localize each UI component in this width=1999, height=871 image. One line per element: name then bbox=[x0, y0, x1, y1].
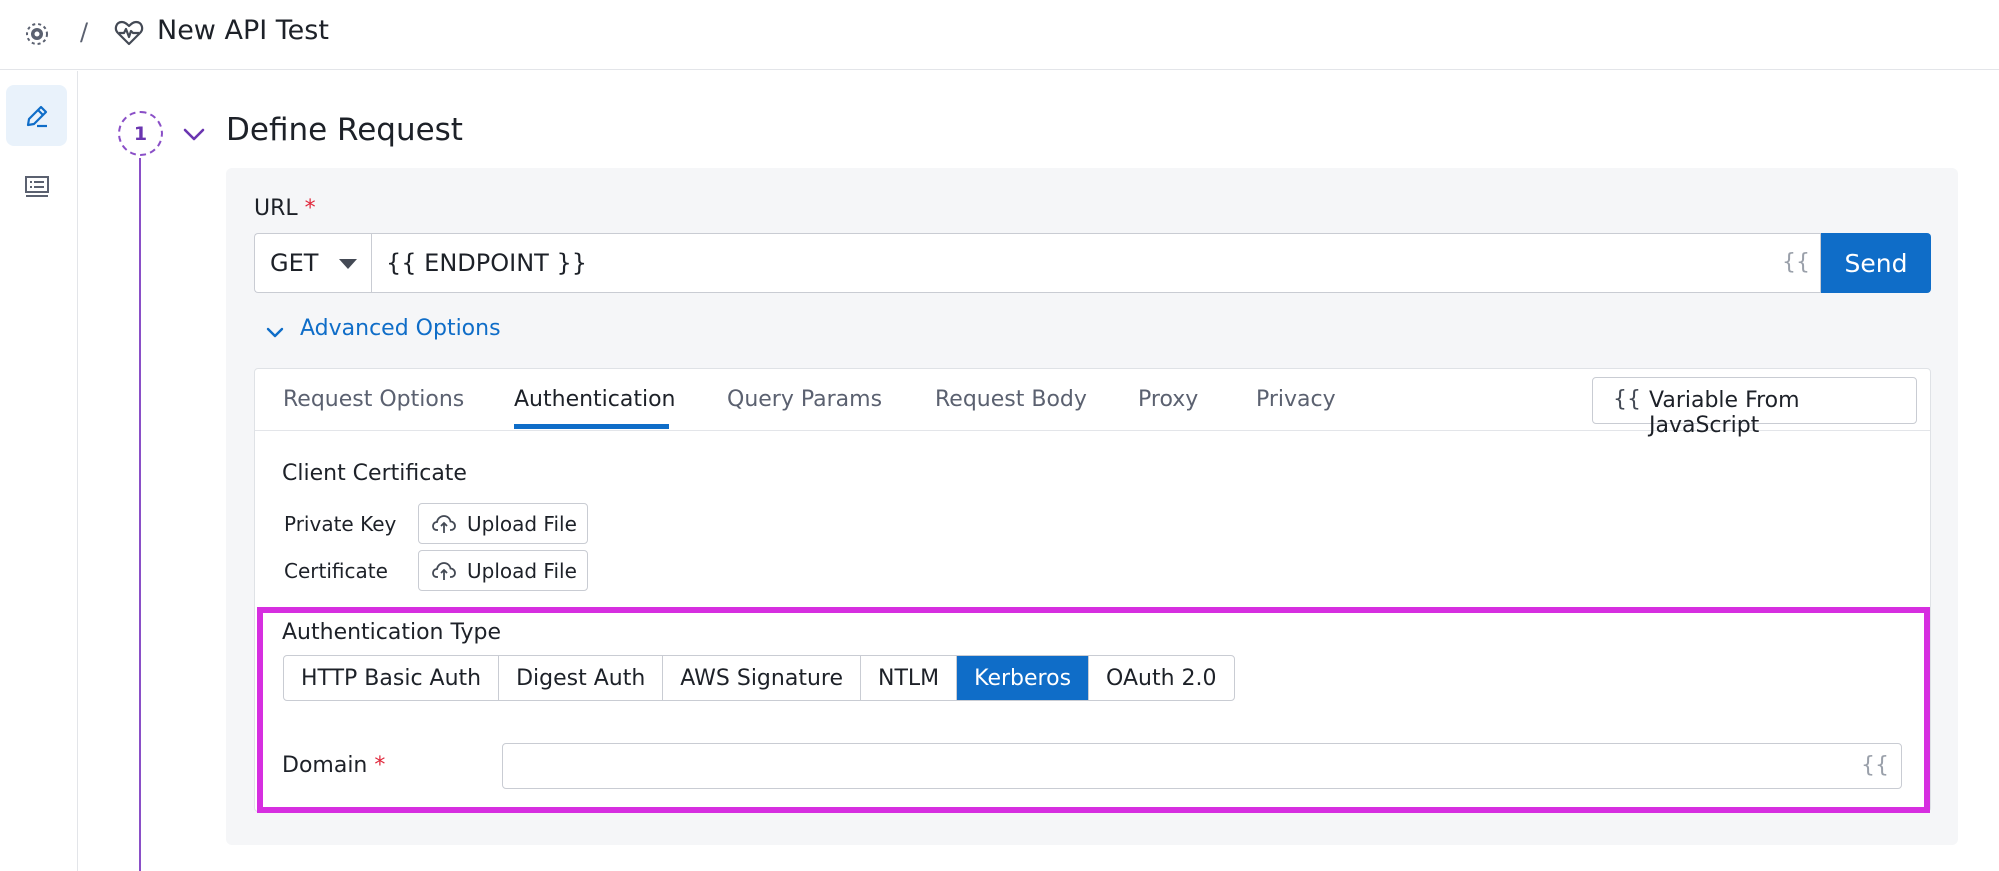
chevron-down-icon[interactable] bbox=[264, 321, 286, 343]
top-bar: / New API Test bbox=[0, 0, 1999, 70]
caret-down-icon bbox=[339, 259, 357, 269]
url-input[interactable]: {{ ENDPOINT }} {{ bbox=[371, 233, 1821, 293]
auth-option-aws-signature[interactable]: AWS Signature bbox=[663, 656, 861, 700]
list-icon bbox=[23, 173, 51, 201]
auth-option-ntlm[interactable]: NTLM bbox=[861, 656, 957, 700]
chevron-down-icon[interactable] bbox=[180, 120, 208, 148]
active-tab-indicator bbox=[514, 424, 669, 429]
auth-option-http-basic[interactable]: HTTP Basic Auth bbox=[284, 656, 499, 700]
method-select[interactable]: GET bbox=[254, 233, 371, 293]
method-value: GET bbox=[270, 249, 318, 277]
tab-request-body[interactable]: Request Body bbox=[935, 387, 1087, 412]
auth-option-kerberos[interactable]: Kerberos bbox=[957, 656, 1089, 700]
cloud-upload-icon bbox=[431, 513, 457, 535]
datadog-logo-icon[interactable] bbox=[22, 19, 52, 49]
domain-input[interactable]: {{ bbox=[502, 743, 1902, 789]
pencil-icon bbox=[23, 102, 51, 130]
page-title: New API Test bbox=[157, 15, 329, 46]
variable-insert-icon[interactable]: {{ bbox=[1861, 753, 1889, 778]
variable-from-javascript-button[interactable]: {{ Variable From JavaScript bbox=[1592, 377, 1917, 424]
variable-brace-icon: {{ bbox=[1613, 387, 1641, 412]
authentication-type-title: Authentication Type bbox=[282, 620, 501, 645]
step-timeline-line bbox=[139, 158, 141, 871]
authentication-type-selector: HTTP Basic Auth Digest Auth AWS Signatur… bbox=[283, 655, 1235, 701]
section-title: Define Request bbox=[226, 112, 463, 148]
auth-option-oauth2[interactable]: OAuth 2.0 bbox=[1089, 656, 1233, 700]
upload-label: Upload File bbox=[467, 559, 577, 583]
tab-request-options[interactable]: Request Options bbox=[283, 387, 464, 412]
cloud-upload-icon bbox=[431, 560, 457, 582]
upload-private-key-button[interactable]: Upload File bbox=[418, 503, 588, 544]
tab-privacy[interactable]: Privacy bbox=[1256, 387, 1336, 412]
heartbeat-icon bbox=[113, 18, 145, 48]
step-number: 1 bbox=[118, 111, 163, 156]
url-value: {{ ENDPOINT }} bbox=[386, 249, 587, 277]
variable-insert-icon[interactable]: {{ bbox=[1782, 250, 1810, 275]
upload-certificate-button[interactable]: Upload File bbox=[418, 550, 588, 591]
required-mark: * bbox=[374, 753, 385, 778]
client-certificate-title: Client Certificate bbox=[282, 461, 467, 486]
variable-from-javascript-label: Variable From JavaScript bbox=[1649, 388, 1916, 438]
results-list-button[interactable] bbox=[6, 156, 67, 217]
required-mark: * bbox=[305, 196, 316, 221]
certificate-label: Certificate bbox=[284, 559, 388, 583]
breadcrumb-separator: / bbox=[80, 18, 88, 46]
private-key-label: Private Key bbox=[284, 512, 396, 536]
edit-step-button[interactable] bbox=[6, 85, 67, 146]
tab-bar: Request Options Authentication Query Par… bbox=[255, 369, 1930, 431]
tab-authentication[interactable]: Authentication bbox=[514, 387, 676, 412]
url-label: URL * bbox=[254, 196, 316, 221]
upload-label: Upload File bbox=[467, 512, 577, 536]
tab-proxy[interactable]: Proxy bbox=[1138, 387, 1198, 412]
advanced-options-toggle[interactable]: Advanced Options bbox=[300, 316, 501, 341]
send-button[interactable]: Send bbox=[1821, 233, 1931, 293]
auth-option-digest[interactable]: Digest Auth bbox=[499, 656, 663, 700]
domain-label: Domain * bbox=[282, 753, 385, 778]
tab-query-params[interactable]: Query Params bbox=[727, 387, 882, 412]
left-rail bbox=[0, 71, 78, 871]
